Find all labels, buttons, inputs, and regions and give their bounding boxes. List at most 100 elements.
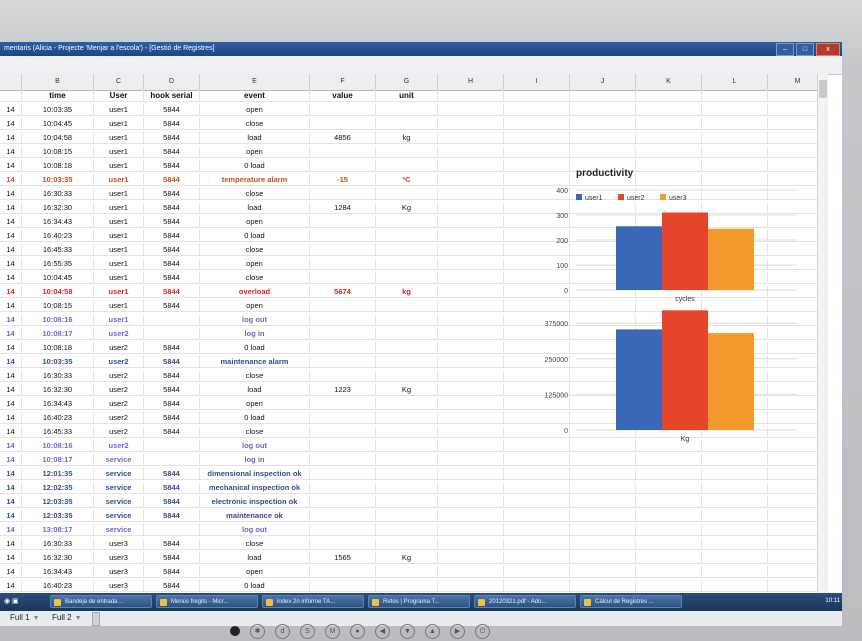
cell[interactable]: [570, 552, 636, 564]
cell[interactable]: [310, 188, 376, 200]
cell[interactable]: [636, 524, 702, 536]
cell[interactable]: [702, 538, 768, 550]
cell[interactable]: [438, 398, 504, 410]
cell[interactable]: user1: [94, 188, 144, 200]
cell[interactable]: 14: [0, 118, 22, 130]
cell[interactable]: 16:40:23: [22, 230, 94, 242]
cell[interactable]: [570, 468, 636, 480]
cell[interactable]: [636, 552, 702, 564]
cell[interactable]: 16:34:43: [22, 216, 94, 228]
cell[interactable]: 5844: [144, 244, 200, 256]
cell[interactable]: [438, 132, 504, 144]
cell[interactable]: [376, 188, 438, 200]
cell[interactable]: 5844: [144, 286, 200, 298]
cell[interactable]: [376, 398, 438, 410]
cell[interactable]: [376, 524, 438, 536]
cell[interactable]: temperature alarm: [200, 174, 310, 186]
cell[interactable]: [310, 496, 376, 508]
cell[interactable]: [702, 468, 768, 480]
cell[interactable]: [438, 160, 504, 172]
cell[interactable]: 5844: [144, 552, 200, 564]
cell[interactable]: user3: [94, 580, 144, 592]
cell[interactable]: service: [94, 468, 144, 480]
cell[interactable]: 14: [0, 496, 22, 508]
cell[interactable]: [702, 104, 768, 116]
column-header[interactable]: L: [702, 74, 768, 90]
cell[interactable]: 14: [0, 384, 22, 396]
cell[interactable]: [570, 454, 636, 466]
cell[interactable]: [504, 482, 570, 494]
cell[interactable]: user1: [94, 216, 144, 228]
cell[interactable]: 14: [0, 580, 22, 592]
cell[interactable]: [438, 216, 504, 228]
cell[interactable]: [702, 118, 768, 130]
cell[interactable]: 14: [0, 426, 22, 438]
cell[interactable]: [438, 174, 504, 186]
cell[interactable]: 12:02:35: [22, 482, 94, 494]
cell[interactable]: [438, 90, 504, 102]
cell[interactable]: 1565: [310, 552, 376, 564]
monitor-button-icon[interactable]: ✱: [250, 623, 265, 639]
cell[interactable]: [438, 300, 504, 312]
cell[interactable]: 10:03:35: [22, 104, 94, 116]
cell[interactable]: [376, 258, 438, 270]
cell[interactable]: [504, 146, 570, 158]
cell[interactable]: 14: [0, 216, 22, 228]
cell[interactable]: close: [200, 272, 310, 284]
cell[interactable]: [702, 510, 768, 522]
cell[interactable]: [310, 216, 376, 228]
cell[interactable]: user1: [94, 104, 144, 116]
cell[interactable]: 10:08:16: [22, 314, 94, 326]
cell[interactable]: [636, 132, 702, 144]
cell[interactable]: 12:03:35: [22, 510, 94, 522]
cell[interactable]: user1: [94, 132, 144, 144]
cell[interactable]: hook serial: [144, 90, 200, 102]
cell[interactable]: [310, 342, 376, 354]
cell[interactable]: 0 load: [200, 160, 310, 172]
cell[interactable]: [310, 510, 376, 522]
cell[interactable]: service: [94, 524, 144, 536]
cell[interactable]: [376, 244, 438, 256]
cell[interactable]: user1: [94, 174, 144, 186]
cell[interactable]: [310, 440, 376, 452]
cell[interactable]: 5844: [144, 356, 200, 368]
cell[interactable]: [310, 524, 376, 536]
column-header[interactable]: K: [636, 74, 702, 90]
cell[interactable]: user1: [94, 314, 144, 326]
cell[interactable]: user1: [94, 160, 144, 172]
cell[interactable]: [438, 286, 504, 298]
cell[interactable]: load: [200, 202, 310, 214]
cell[interactable]: 5844: [144, 258, 200, 270]
cell[interactable]: [570, 132, 636, 144]
cell[interactable]: [310, 118, 376, 130]
cell[interactable]: user2: [94, 426, 144, 438]
cell[interactable]: [504, 580, 570, 592]
cell[interactable]: [504, 510, 570, 522]
cell[interactable]: [376, 426, 438, 438]
cell[interactable]: 13:08:17: [22, 524, 94, 536]
cell[interactable]: close: [200, 538, 310, 550]
monitor-button-icon[interactable]: ▶: [450, 623, 465, 639]
cell[interactable]: [310, 412, 376, 424]
cell[interactable]: [376, 104, 438, 116]
cell[interactable]: [310, 300, 376, 312]
cell[interactable]: 1284: [310, 202, 376, 214]
cell[interactable]: [310, 104, 376, 116]
formula-bar[interactable]: [0, 56, 842, 75]
cell[interactable]: user2: [94, 398, 144, 410]
cell[interactable]: [636, 468, 702, 480]
cell[interactable]: 10:03:35: [22, 174, 94, 186]
cell[interactable]: [438, 482, 504, 494]
cell[interactable]: [504, 132, 570, 144]
cell[interactable]: 0 load: [200, 342, 310, 354]
bar-user1[interactable]: [616, 226, 662, 290]
cell[interactable]: 5844: [144, 496, 200, 508]
cell[interactable]: [570, 524, 636, 536]
cell[interactable]: Kg: [376, 202, 438, 214]
cell[interactable]: [438, 440, 504, 452]
cell[interactable]: Kg: [376, 552, 438, 564]
cell[interactable]: 12:01:35: [22, 468, 94, 480]
cell[interactable]: 5844: [144, 566, 200, 578]
cell[interactable]: user3: [94, 566, 144, 578]
cell[interactable]: [570, 104, 636, 116]
